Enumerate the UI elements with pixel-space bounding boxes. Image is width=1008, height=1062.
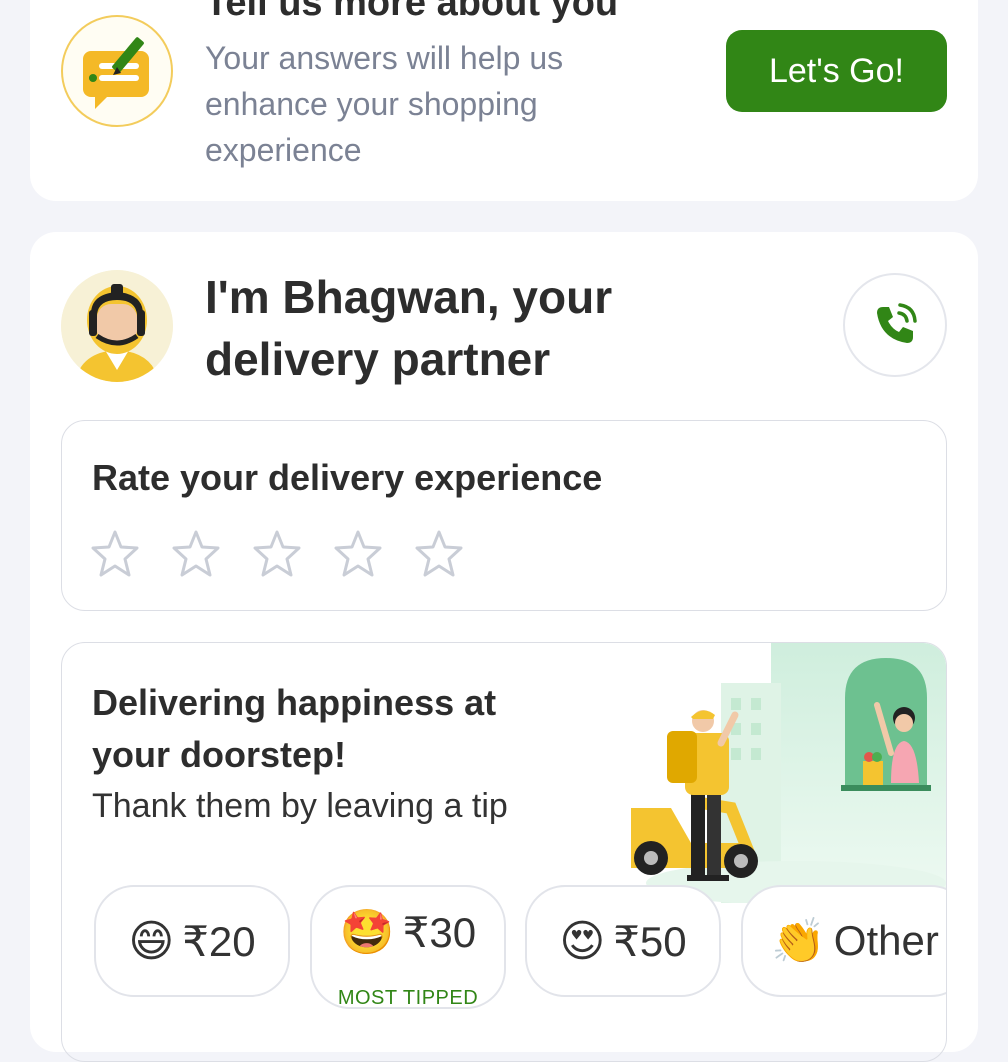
most-tipped-badge: MOST TIPPED [337, 987, 479, 1009]
tip-subtitle: Thank them by leaving a tip [92, 787, 508, 825]
star-struck-icon: 🤩 [339, 907, 395, 958]
star-4-icon[interactable] [333, 529, 383, 579]
delivery-partner-card: I'm Bhagwan, your delivery partner Rate … [30, 232, 978, 1062]
delivery-scooter-illustration [601, 643, 946, 903]
star-5-icon[interactable] [414, 529, 464, 579]
phone-ringing-icon [877, 303, 917, 343]
tip-option-50[interactable]: 😍 ₹50 [525, 885, 721, 997]
tip-option-20[interactable]: 😄 ₹20 [94, 885, 290, 997]
tip-amount: Other [833, 917, 939, 964]
survey-title: Tell us more about you [205, 0, 619, 24]
lets-go-button[interactable]: Let's Go! [726, 30, 947, 112]
survey-chat-icon [61, 15, 173, 127]
tip-amount: ₹20 [182, 917, 256, 965]
tip-amount: ₹50 [613, 917, 687, 965]
tip-option-other[interactable]: 👏 Other [741, 885, 946, 997]
tip-amount: ₹30 [402, 908, 477, 956]
tip-section: Delivering happiness at your doorstep! T… [61, 642, 947, 1062]
survey-card: Tell us more about you Your answers will… [30, 0, 978, 201]
grinning-face-icon: 😄 [128, 915, 175, 967]
tip-title: Delivering happiness at your doorstep! [92, 682, 497, 775]
call-partner-button[interactable] [843, 273, 947, 377]
star-3-icon[interactable] [252, 529, 302, 579]
partner-avatar [61, 270, 173, 382]
tip-option-30[interactable]: 🤩 ₹30 MOST TIPPED [310, 885, 506, 1009]
star-1-icon[interactable] [90, 529, 140, 579]
heart-eyes-icon: 😍 [559, 915, 606, 967]
rating-title: Rate your delivery experience [92, 457, 603, 498]
survey-subtitle: Your answers will help us enhance your s… [205, 40, 564, 168]
star-2-icon[interactable] [171, 529, 221, 579]
star-rating [90, 529, 464, 579]
rating-section: Rate your delivery experience [61, 420, 947, 611]
partner-title: I'm Bhagwan, your delivery partner [205, 271, 613, 385]
clapping-hands-icon: 👏 [771, 916, 826, 967]
